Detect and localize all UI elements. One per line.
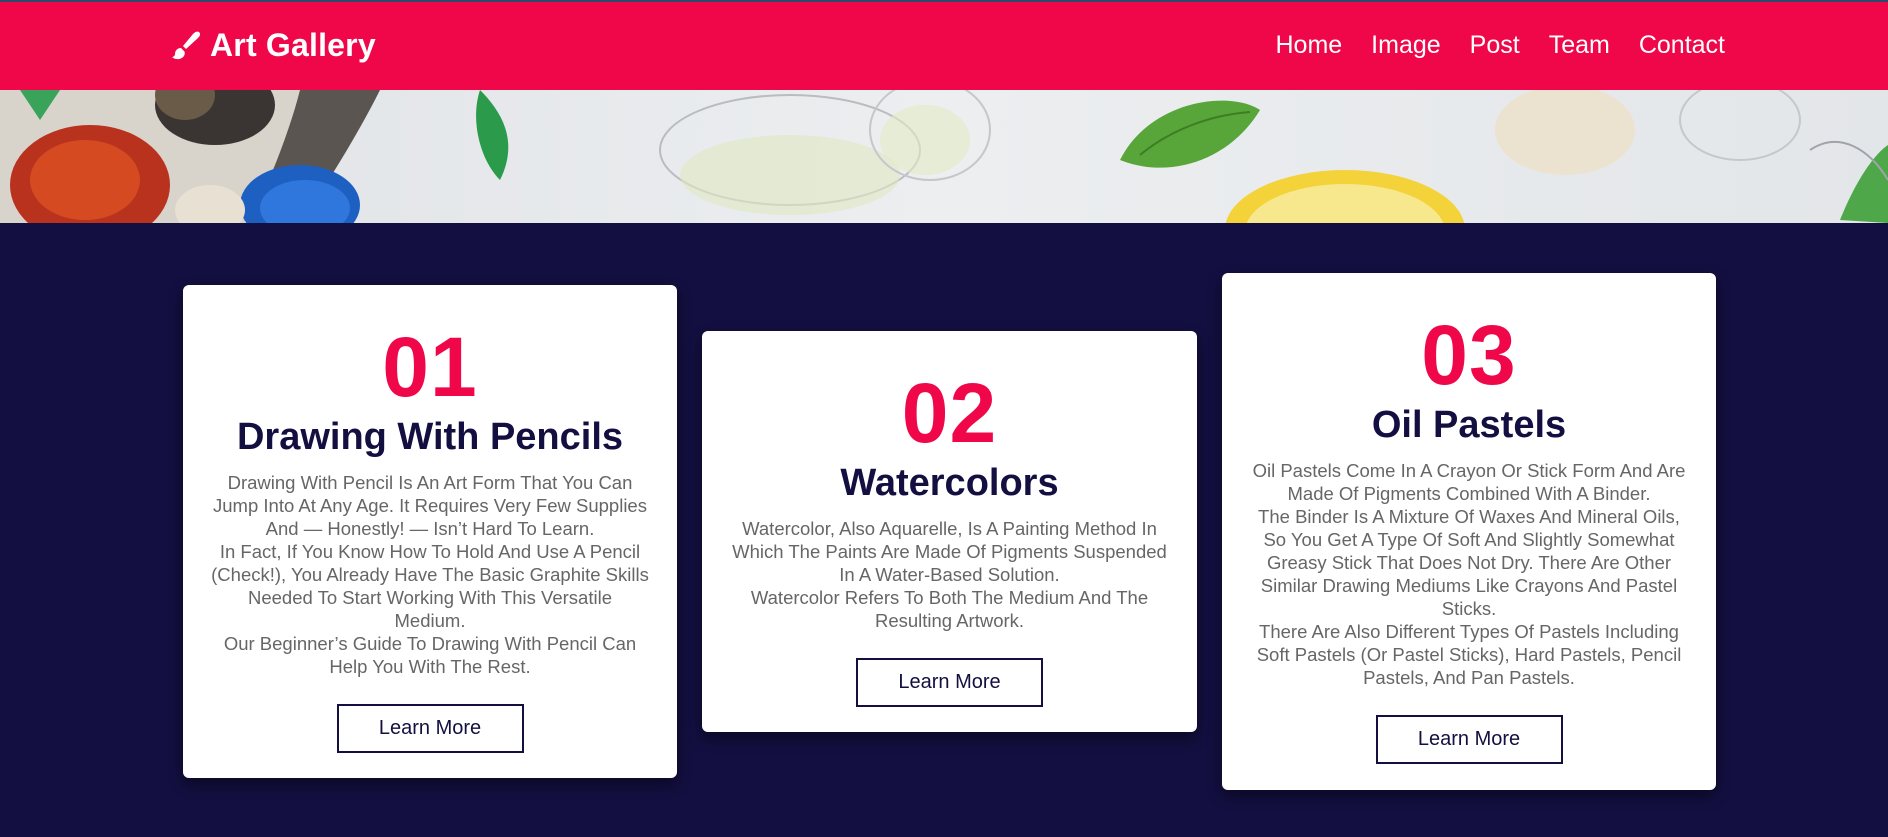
- card-paragraph: There Are Also Different Types Of Pastel…: [1256, 621, 1682, 688]
- card-paragraph: In Fact, If You Know How To Hold And Use…: [211, 541, 649, 631]
- card-number: 02: [901, 366, 998, 460]
- card-title: Watercolors: [840, 462, 1059, 504]
- learn-more-button[interactable]: Learn More: [856, 658, 1043, 707]
- card-description: Watercolor, Also Aquarelle, Is A Paintin…: [730, 517, 1169, 632]
- nav-home[interactable]: Home: [1275, 31, 1342, 60]
- card-number: 01: [382, 320, 478, 414]
- hero-banner-image: [0, 90, 1888, 223]
- top-border: [0, 0, 1888, 2]
- card-paragraph: Oil Pastels Come In A Crayon Or Stick Fo…: [1252, 460, 1686, 504]
- nav-team[interactable]: Team: [1549, 31, 1610, 60]
- card-title: Drawing With Pencils: [236, 416, 624, 458]
- card-paragraph: Our Beginner’s Guide To Drawing With Pen…: [223, 633, 637, 677]
- paint-brush-icon: [172, 31, 201, 60]
- logo-link[interactable]: Art Gallery: [170, 27, 376, 64]
- logo-text: Art Gallery: [210, 26, 376, 63]
- card-paragraph: The Binder Is A Mixture Of Waxes And Min…: [1258, 506, 1680, 619]
- card-drawing-with-pencils: 01 Drawing With Pencils Drawing With Pen…: [183, 285, 677, 778]
- learn-more-button[interactable]: Learn More: [336, 704, 524, 753]
- card-paragraph: Watercolor, Also Aquarelle, Is A Paintin…: [732, 518, 1167, 585]
- card-paragraph: Watercolor Refers To Both The Medium And…: [750, 587, 1149, 631]
- main-nav: Home Image Post Team Contact: [1275, 31, 1725, 60]
- learn-more-button[interactable]: Learn More: [1375, 715, 1563, 764]
- card-watercolors: 02 Watercolors Watercolor, Also Aquarell…: [702, 331, 1197, 732]
- nav-post[interactable]: Post: [1470, 31, 1520, 60]
- card-title: Oil Pastels: [1371, 404, 1567, 446]
- nav-image[interactable]: Image: [1371, 31, 1440, 60]
- nav-contact[interactable]: Contact: [1639, 31, 1725, 60]
- card-paragraph: Drawing With Pencil Is An Art Form That …: [213, 472, 647, 539]
- site-header: Art Gallery Home Image Post Team Contact: [0, 0, 1888, 90]
- card-description: Drawing With Pencil Is An Art Form That …: [211, 471, 649, 678]
- card-oil-pastels: 03 Oil Pastels Oil Pastels Come In A Cra…: [1222, 273, 1716, 790]
- card-description: Oil Pastels Come In A Crayon Or Stick Fo…: [1250, 459, 1688, 689]
- card-number: 03: [1421, 308, 1517, 402]
